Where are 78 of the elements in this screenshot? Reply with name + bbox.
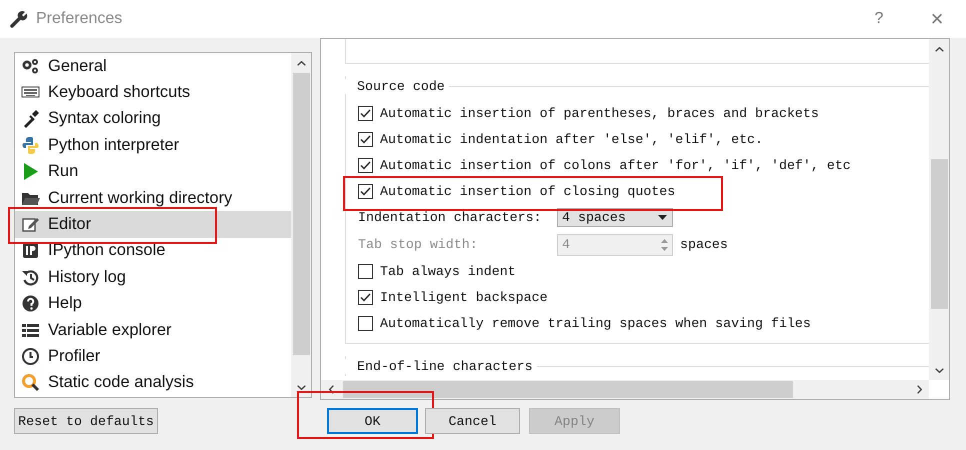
nav-label: Help bbox=[48, 294, 82, 314]
checkmark-icon bbox=[360, 134, 371, 144]
nav-label: Profiler bbox=[48, 346, 100, 366]
chevron-down-icon bbox=[296, 384, 306, 390]
reset-button[interactable]: Reset to defaults bbox=[14, 408, 158, 434]
nav-label: Python interpreter bbox=[48, 136, 180, 155]
nav-label: Keyboard shortcuts bbox=[48, 83, 190, 102]
edit-icon bbox=[21, 215, 40, 234]
checkbox[interactable] bbox=[358, 264, 373, 278]
option-label: Automatic indentation after 'else', 'elif', etc. bbox=[380, 132, 764, 146]
field-label: Indentation characters: bbox=[358, 210, 543, 225]
scrollbar-thumb[interactable] bbox=[930, 159, 948, 309]
nav-item[interactable]: Current working directory bbox=[15, 184, 291, 212]
console-icon bbox=[21, 241, 40, 260]
help-icon bbox=[21, 294, 40, 314]
nav-label: Current working directory bbox=[48, 188, 232, 208]
checkmark-icon bbox=[360, 108, 371, 118]
nav-item[interactable]: Run bbox=[15, 158, 291, 185]
checkmark-icon bbox=[360, 186, 371, 196]
checkbox[interactable] bbox=[358, 316, 373, 330]
nav-label: IPython console bbox=[48, 241, 166, 260]
scrollbar[interactable] bbox=[291, 53, 311, 397]
option-label: Automatically remove trailing spaces when saving files bbox=[380, 316, 811, 330]
scrollbar-thumb[interactable] bbox=[292, 73, 310, 355]
option-label: Automatic insertion of closing quotes bbox=[380, 184, 676, 198]
nav-item[interactable]: Keyboard shortcuts bbox=[15, 79, 291, 106]
history-icon bbox=[21, 268, 40, 287]
magnifier-icon bbox=[21, 373, 40, 392]
option-label: Tab always indent bbox=[380, 264, 516, 278]
chevron-down-icon bbox=[934, 368, 944, 372]
nav-item[interactable]: Help bbox=[15, 290, 291, 317]
chevron-left-icon bbox=[328, 385, 334, 394]
nav-item[interactable]: Variable explorer bbox=[15, 316, 291, 344]
checkbox[interactable] bbox=[358, 132, 373, 146]
scrollbar[interactable] bbox=[321, 380, 929, 399]
option-label: Automatic insertion of parentheses, braces and brackets bbox=[380, 106, 819, 120]
nav-item[interactable]: IPython console bbox=[15, 238, 291, 264]
help-button[interactable]: ? bbox=[850, 10, 908, 28]
nav-label: History log bbox=[48, 268, 126, 287]
window-title: Preferences bbox=[36, 10, 124, 28]
option-label: Intelligent backspace bbox=[380, 290, 548, 304]
checkbox[interactable] bbox=[358, 184, 373, 198]
nav-label: Variable explorer bbox=[48, 320, 172, 340]
chevron-up-icon bbox=[934, 46, 944, 52]
nav-item[interactable]: History log bbox=[15, 264, 291, 291]
checkbox[interactable] bbox=[358, 158, 373, 172]
python-icon bbox=[21, 136, 40, 155]
nav-item[interactable]: Static code analysis bbox=[15, 370, 291, 396]
scrollbar[interactable] bbox=[929, 39, 949, 380]
wrench-icon bbox=[10, 10, 28, 28]
nav-label: General bbox=[48, 56, 107, 76]
stepper-icon bbox=[660, 236, 669, 252]
field-label: Tab stop width: bbox=[358, 237, 479, 252]
nav-label: Syntax coloring bbox=[48, 109, 161, 128]
nav-item[interactable]: General bbox=[15, 53, 291, 80]
nav-label: Editor bbox=[48, 215, 92, 234]
caret-icon bbox=[658, 215, 667, 220]
clock-icon bbox=[21, 346, 40, 366]
gears-icon bbox=[21, 56, 40, 76]
ok-button[interactable]: OK bbox=[327, 408, 418, 434]
checkbox[interactable] bbox=[358, 106, 373, 120]
scrollbar-thumb[interactable] bbox=[343, 381, 793, 398]
nav-label: Run bbox=[48, 162, 78, 182]
nav-label: Static code analysis bbox=[48, 373, 194, 392]
close-button[interactable]: × bbox=[908, 6, 966, 32]
nav-item[interactable]: Editor bbox=[15, 211, 291, 238]
nav-item[interactable]: Profiler bbox=[15, 343, 291, 370]
nav-item[interactable]: Python interpreter bbox=[15, 132, 291, 159]
checkmark-icon bbox=[360, 160, 371, 170]
cancel-button[interactable]: Cancel bbox=[425, 408, 520, 434]
checkbox[interactable] bbox=[358, 290, 373, 304]
chevron-up-icon bbox=[296, 60, 306, 66]
play-icon bbox=[21, 162, 40, 182]
checkmark-icon bbox=[360, 292, 371, 302]
option-label: Automatic insertion of colons after 'for', 'if', 'def', etc bbox=[380, 158, 851, 172]
nav-item[interactable]: Syntax coloring bbox=[15, 106, 291, 132]
chevron-right-icon bbox=[916, 385, 922, 394]
unit-label: spaces bbox=[680, 237, 728, 252]
